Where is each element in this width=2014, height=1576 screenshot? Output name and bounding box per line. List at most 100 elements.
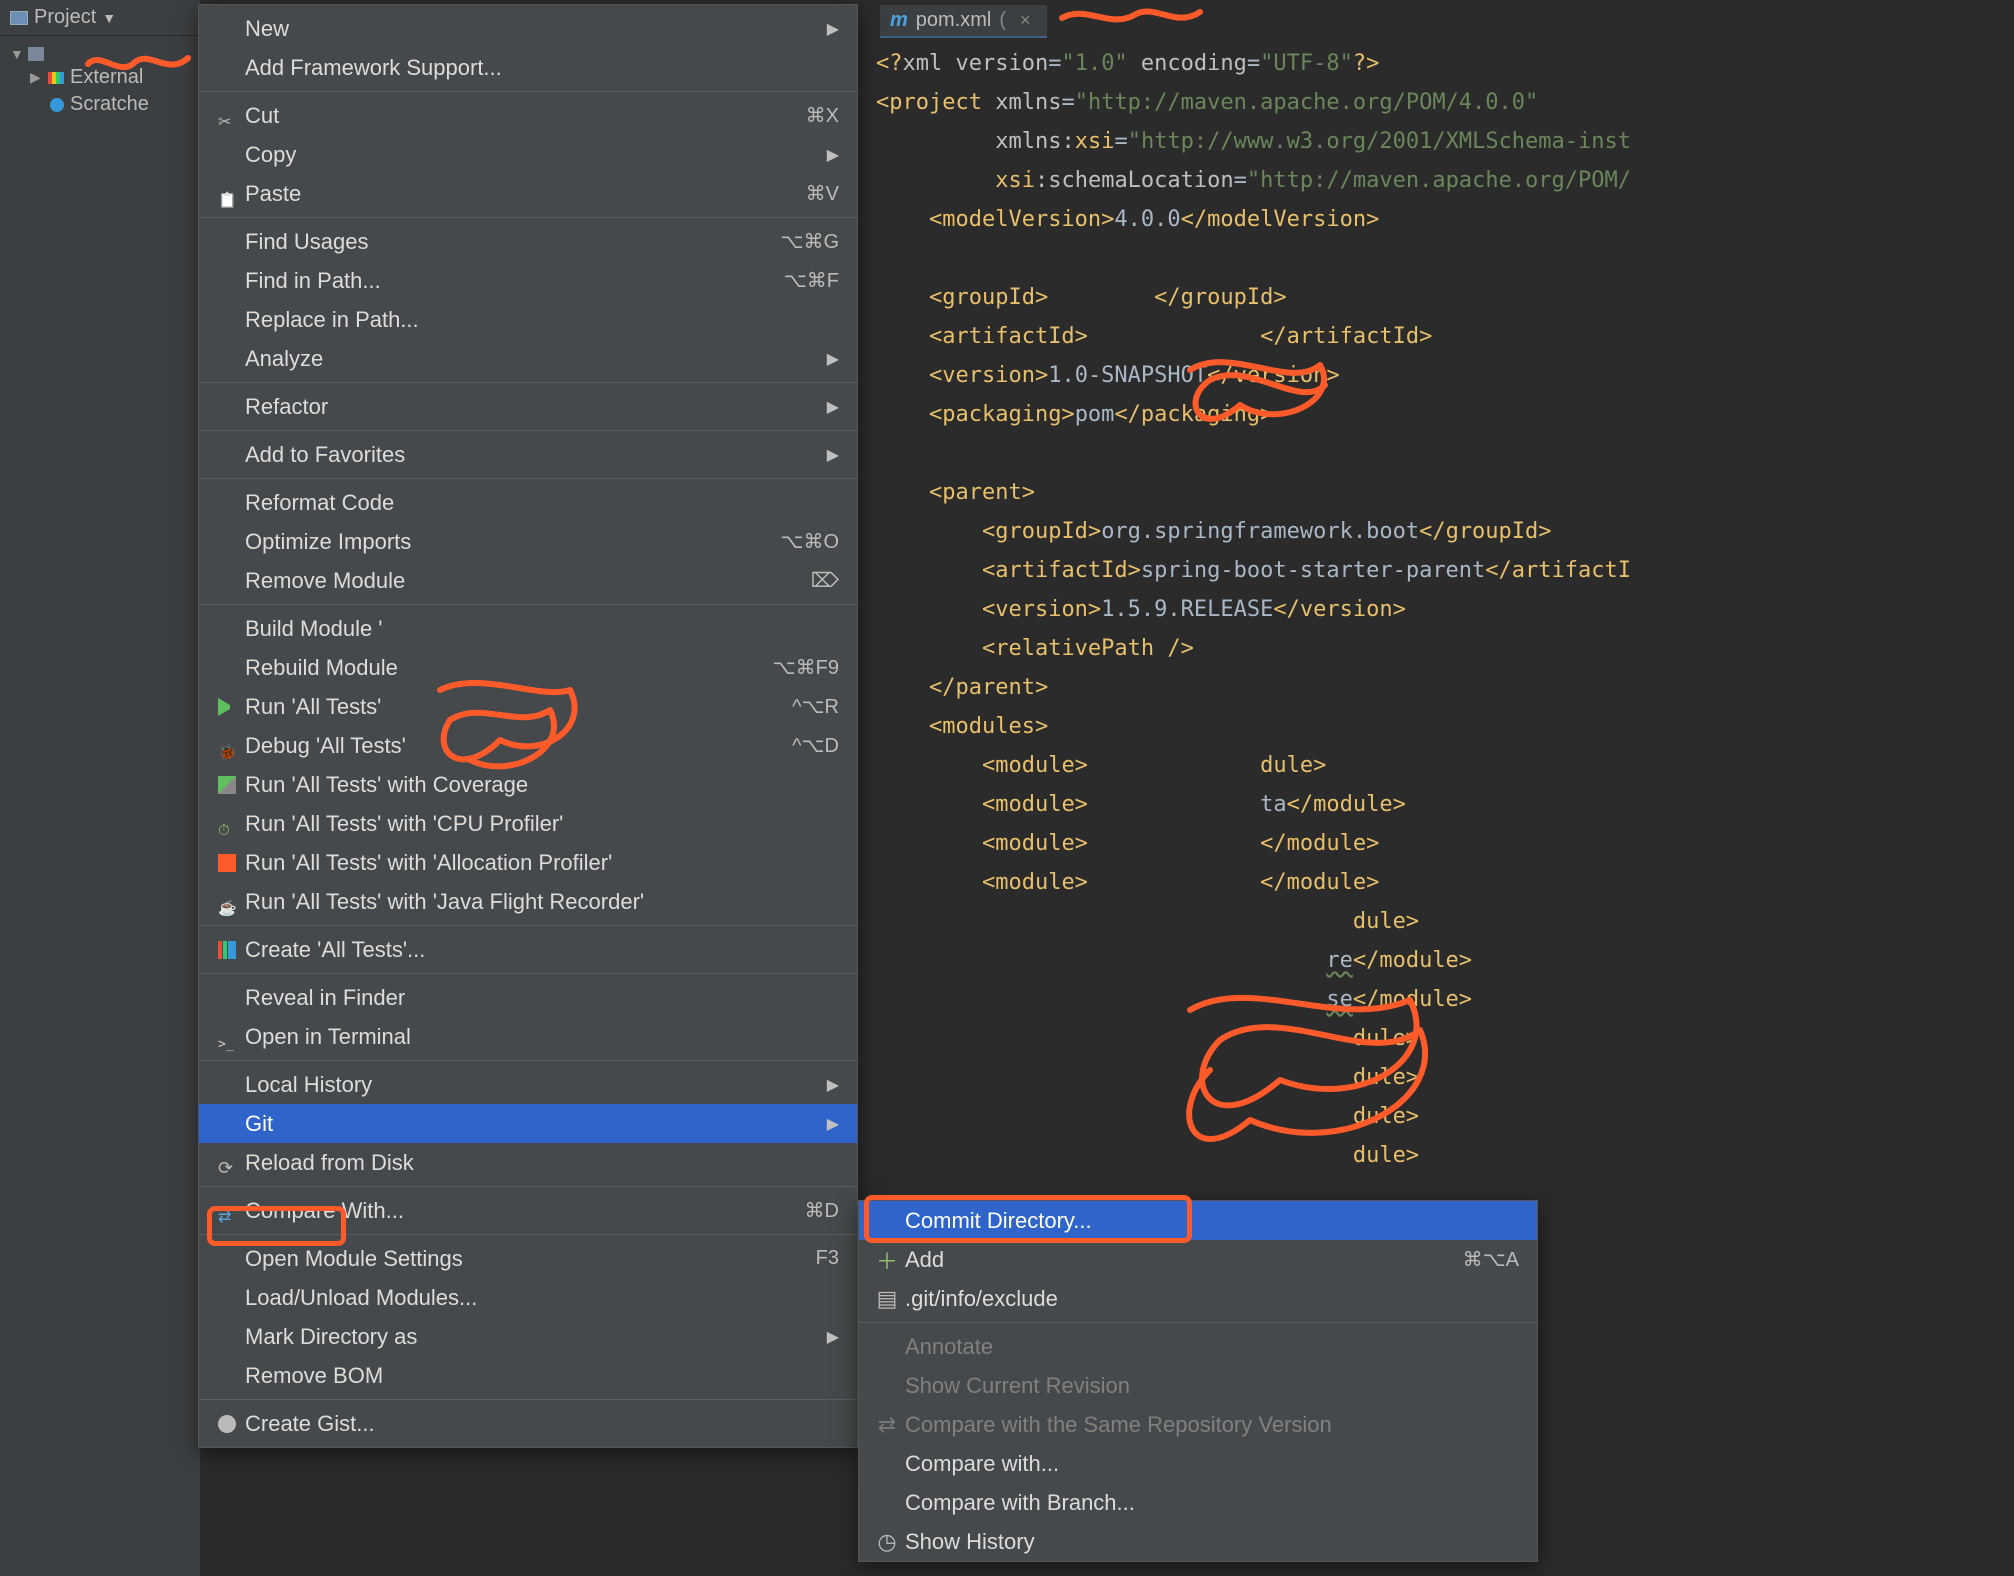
reload-icon	[218, 1154, 236, 1172]
tree-row-root[interactable]: ▼	[6, 44, 194, 64]
menu-run-allocation-profiler[interactable]: Run 'All Tests' with 'Allocation Profile…	[199, 843, 857, 882]
menu-label: Analyze	[241, 346, 827, 372]
shortcut: ⌥⌘F	[784, 268, 839, 293]
menu-reformat[interactable]: Reformat Code	[199, 483, 857, 522]
menu-run-coverage[interactable]: Run 'All Tests' with Coverage	[199, 765, 857, 804]
menu-find-usages[interactable]: Find Usages⌥⌘G	[199, 222, 857, 261]
tag: <module>	[982, 753, 1088, 778]
menu-separator	[199, 382, 857, 383]
menu-analyze[interactable]: Analyze▶	[199, 339, 857, 378]
tree-row-external-libs[interactable]: ▶ External	[6, 64, 194, 91]
tag: </module>	[1260, 870, 1379, 895]
menu-label: Reload from Disk	[241, 1150, 839, 1176]
menu-label: Git	[241, 1111, 827, 1137]
submenu-commit-directory[interactable]: Commit Directory...	[859, 1201, 1537, 1240]
menu-refactor[interactable]: Refactor▶	[199, 387, 857, 426]
folder-icon	[28, 47, 44, 61]
menu-cut[interactable]: Cut⌘X	[199, 96, 857, 135]
submenu-git-info-exclude[interactable]: ▤.git/info/exclude	[859, 1279, 1537, 1318]
tag: </packaging>	[1114, 402, 1273, 427]
menu-open-module-settings[interactable]: Open Module SettingsF3	[199, 1239, 857, 1278]
menu-local-history[interactable]: Local History▶	[199, 1065, 857, 1104]
menu-git[interactable]: Git▶	[199, 1104, 857, 1143]
menu-separator	[199, 1186, 857, 1187]
menu-label: Mark Directory as	[241, 1324, 827, 1350]
chevron-right-icon[interactable]: ▶	[30, 69, 42, 86]
menu-label: Run 'All Tests' with 'CPU Profiler'	[241, 811, 839, 837]
menu-create-all-tests[interactable]: Create 'All Tests'...	[199, 930, 857, 969]
menu-rebuild-module[interactable]: Rebuild Module⌥⌘F9	[199, 648, 857, 687]
menu-mark-dir-as[interactable]: Mark Directory as▶	[199, 1317, 857, 1356]
chevron-down-icon[interactable]: ▼	[102, 10, 116, 26]
file-icon: ▤	[873, 1286, 901, 1312]
menu-remove-bom[interactable]: Remove BOM	[199, 1356, 857, 1395]
editor-tab-pomxml[interactable]: m pom.xml ( ×	[880, 5, 1047, 38]
eq: =	[1048, 51, 1061, 76]
menu-copy[interactable]: Copy▶	[199, 135, 857, 174]
project-title: Project	[34, 6, 96, 29]
project-tree[interactable]: ▼ ▶ External Scratche	[0, 36, 200, 126]
shortcut: ^⌥D	[792, 733, 839, 758]
project-sidebar-header[interactable]: Project ▼	[0, 0, 200, 36]
str: "http://www.w3.org/2001/XMLSchema-inst	[1128, 129, 1631, 154]
submenu-compare-branch[interactable]: Compare with Branch...	[859, 1483, 1537, 1522]
menu-optimize-imports[interactable]: Optimize Imports⌥⌘O	[199, 522, 857, 561]
shortcut: ⌘D	[805, 1198, 839, 1223]
menu-separator	[199, 91, 857, 92]
submenu-add[interactable]: ＋Add⌘⌥A	[859, 1240, 1537, 1279]
menu-new[interactable]: New▶	[199, 9, 857, 48]
menu-build-module[interactable]: Build Module '	[199, 609, 857, 648]
tag: </modelVersion>	[1181, 207, 1380, 232]
menu-reload-disk[interactable]: Reload from Disk	[199, 1143, 857, 1182]
menu-replace-in-path[interactable]: Replace in Path...	[199, 300, 857, 339]
submenu-compare-with[interactable]: Compare with...	[859, 1444, 1537, 1483]
github-icon	[218, 1415, 236, 1433]
diff-icon	[218, 1202, 236, 1220]
menu-load-unload[interactable]: Load/Unload Modules...	[199, 1278, 857, 1317]
menu-remove-module[interactable]: Remove Module⌦	[199, 561, 857, 600]
chevron-down-icon[interactable]: ▼	[10, 46, 22, 62]
attr: xmlns:	[995, 129, 1074, 154]
menu-find-in-path[interactable]: Find in Path...⌥⌘F	[199, 261, 857, 300]
tag: </module>	[1287, 792, 1406, 817]
text: pom	[1075, 402, 1115, 427]
ns: xsi	[995, 168, 1035, 193]
create-config-icon	[218, 941, 236, 959]
tag: <relativePath />	[982, 636, 1194, 661]
tree-row-scratches[interactable]: Scratche	[6, 91, 194, 118]
text: re	[1326, 948, 1353, 973]
menu-compare-with[interactable]: Compare With...⌘D	[199, 1191, 857, 1230]
tag: dule>	[1353, 1026, 1419, 1051]
menu-paste[interactable]: Paste⌘V	[199, 174, 857, 213]
menu-debug-all-tests[interactable]: Debug 'All Tests'^⌥D	[199, 726, 857, 765]
menu-label: Add Framework Support...	[241, 55, 839, 81]
chevron-right-icon: ▶	[827, 1327, 839, 1347]
menu-run-jfr[interactable]: Run 'All Tests' with 'Java Flight Record…	[199, 882, 857, 921]
tag: <packaging>	[929, 402, 1075, 427]
scratch-icon	[50, 98, 64, 112]
menu-reveal-finder[interactable]: Reveal in Finder	[199, 978, 857, 1017]
menu-run-cpu-profiler[interactable]: Run 'All Tests' with 'CPU Profiler'	[199, 804, 857, 843]
menu-add-favorites[interactable]: Add to Favorites▶	[199, 435, 857, 474]
str: "http://maven.apache.org/POM/4.0.0"	[1075, 90, 1539, 115]
submenu-compare-same-repo: ⇄Compare with the Same Repository Versio…	[859, 1405, 1537, 1444]
submenu-show-history[interactable]: ◷Show History	[859, 1522, 1537, 1561]
menu-add-framework[interactable]: Add Framework Support...	[199, 48, 857, 87]
menu-label: Create 'All Tests'...	[241, 937, 839, 963]
git-submenu: Commit Directory... ＋Add⌘⌥A ▤.git/info/e…	[858, 1200, 1538, 1562]
project-sidebar: Project ▼ ▼ ▶ External Scratche	[0, 0, 200, 1576]
tab-subtitle-open: (	[999, 9, 1006, 32]
menu-create-gist[interactable]: Create Gist...	[199, 1404, 857, 1443]
tag: dule>	[1353, 1065, 1419, 1090]
text: 1.5.9.RELEASE	[1101, 597, 1273, 622]
tag: </groupId>	[1154, 285, 1286, 310]
menu-label: Show Current Revision	[901, 1373, 1519, 1399]
menu-label: Open in Terminal	[241, 1024, 839, 1050]
editor-tabbar: m pom.xml ( ×	[880, 4, 1047, 38]
menu-run-all-tests[interactable]: Run 'All Tests'^⌥R	[199, 687, 857, 726]
close-icon[interactable]: ×	[1020, 10, 1031, 31]
menu-open-terminal[interactable]: Open in Terminal	[199, 1017, 857, 1056]
tag: <artifactId>	[929, 324, 1088, 349]
menu-label: Open Module Settings	[241, 1246, 816, 1272]
tree-label: Scratche	[70, 93, 149, 116]
